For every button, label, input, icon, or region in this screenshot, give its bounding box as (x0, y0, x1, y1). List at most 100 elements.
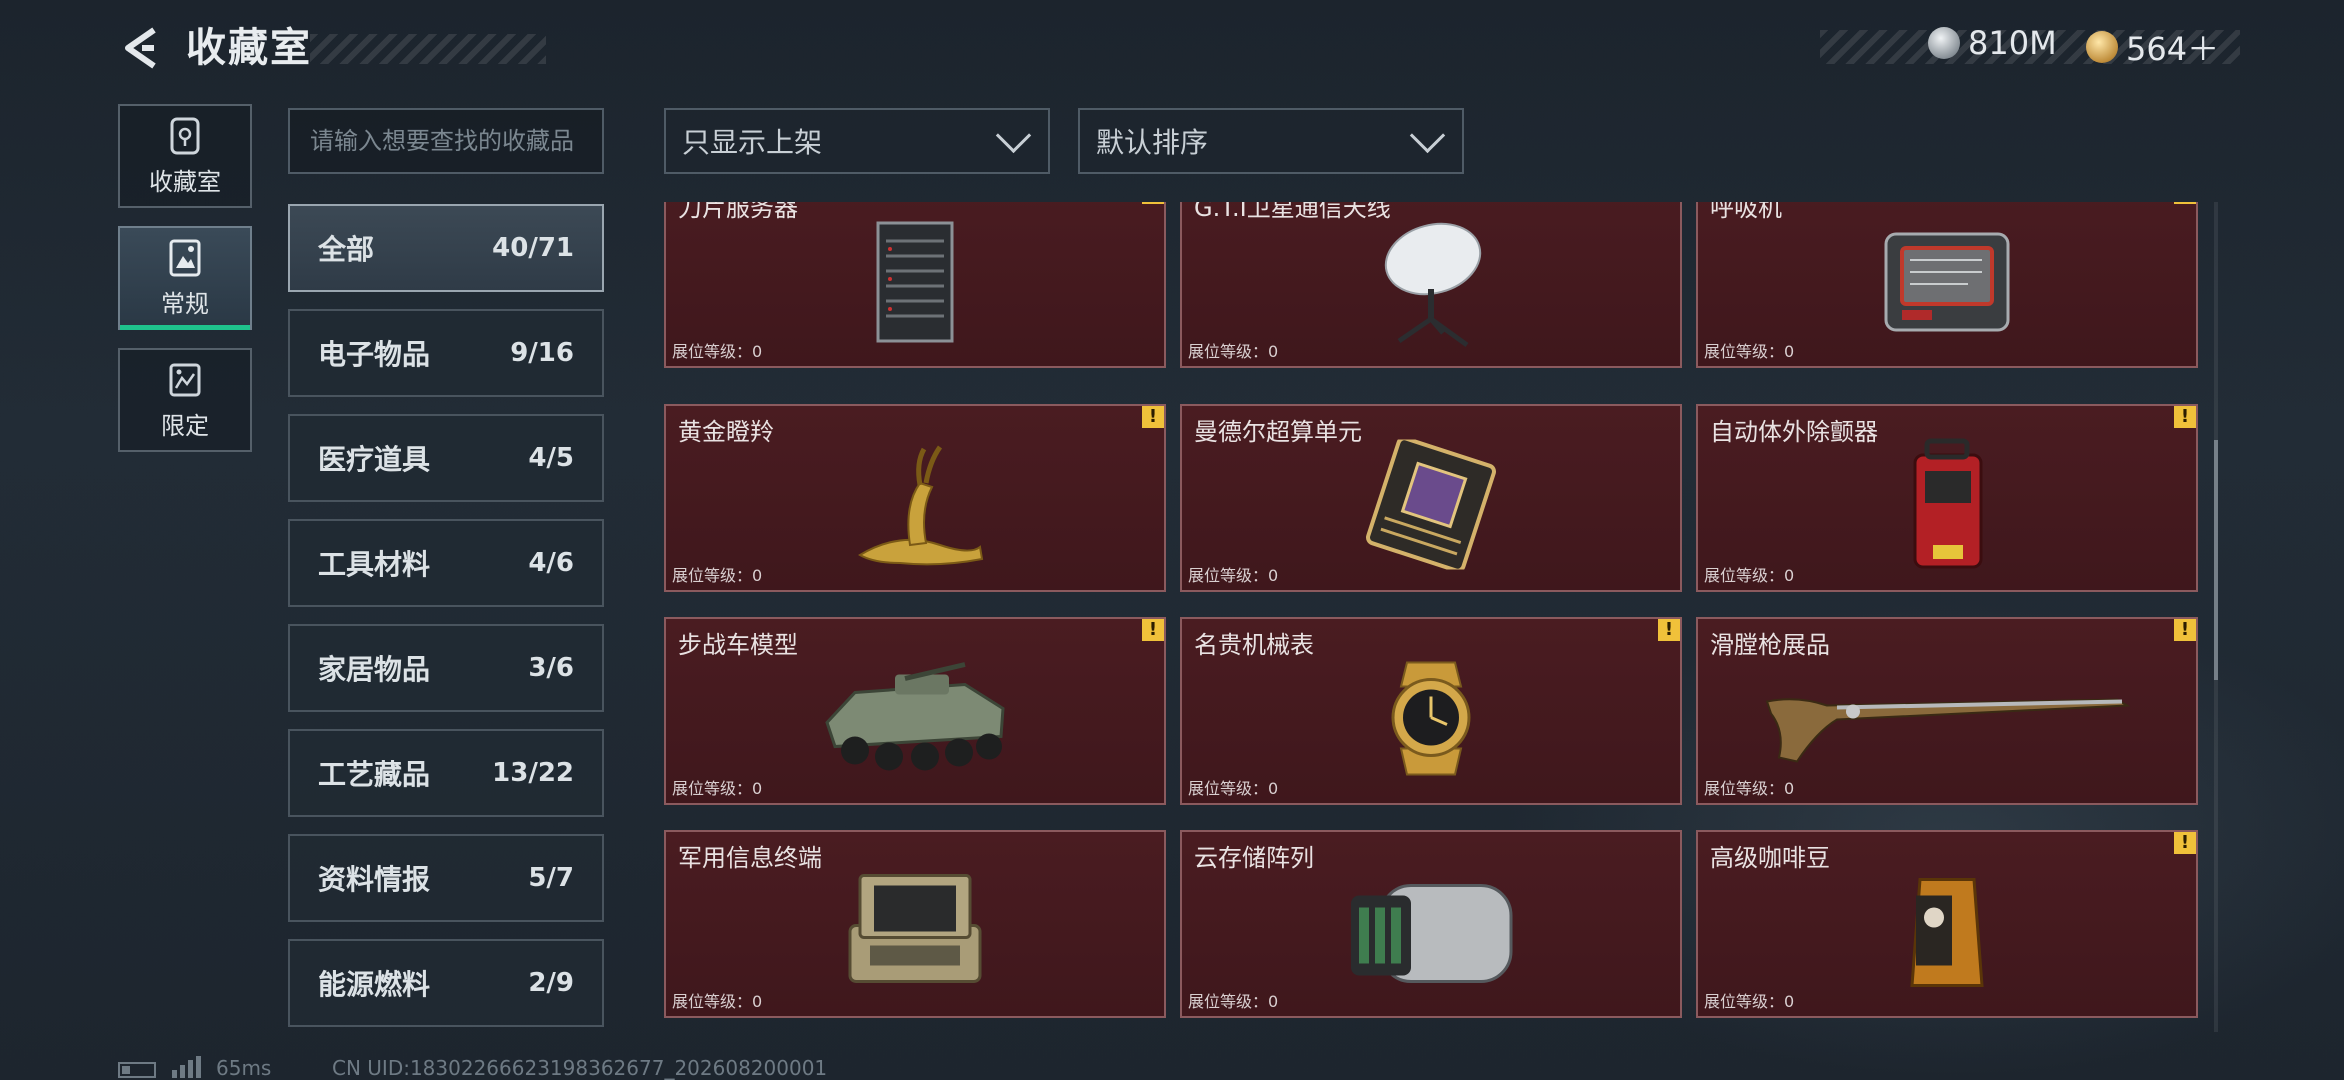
warning-icon: ! (2174, 619, 2196, 641)
category-label: 资料情报 (318, 863, 431, 896)
picture-icon (169, 239, 201, 276)
active-tab-indicator (120, 325, 250, 330)
item-card[interactable]: 曼德尔超算单元 展位等级：0 (1180, 404, 1682, 592)
display-filter-value: 只显示上架 (682, 126, 823, 159)
item-card[interactable]: 自动体外除颤器 ! 展位等级：0 (1696, 404, 2198, 592)
tab-regular[interactable]: 常规 (118, 226, 252, 330)
scrollbar-thumb[interactable] (2214, 440, 2218, 680)
booth-level: 展位等级：0 (1704, 992, 1795, 1011)
warning-icon: ! (1142, 202, 1164, 204)
booth-level: 展位等级：0 (672, 779, 763, 798)
sort-dropdown[interactable]: 默认排序 (1078, 108, 1464, 174)
ventilator-icon (1884, 232, 2010, 332)
category-count: 4/6 (528, 548, 574, 578)
category-count: 3/6 (528, 653, 574, 683)
coffee-beans-icon (1910, 878, 1984, 987)
collectibles-grid: 刀片服务器 ! 展位等级：0 G.T.I卫星通信天线 展位等级：0 呼吸机 ! … (662, 202, 2200, 1032)
booth-level: 展位等级：0 (1704, 342, 1795, 361)
category-count: 4/5 (528, 443, 574, 473)
booth-level: 展位等级：0 (672, 342, 763, 361)
category-energy[interactable]: 能源燃料 2/9 (288, 939, 604, 1027)
tab-vault-label: 收藏室 (149, 167, 221, 196)
chevron-down-icon (995, 117, 1032, 153)
item-name: G.T.I卫星通信天线 (1194, 202, 1391, 222)
booth-level: 展位等级：0 (1188, 342, 1279, 361)
category-count: 40/71 (492, 233, 574, 263)
silver-coin-icon (1928, 27, 1960, 59)
booth-level: 展位等级：0 (1704, 779, 1795, 798)
item-card[interactable]: 步战车模型 ! 展位等级：0 (664, 617, 1166, 805)
limited-icon (169, 363, 201, 396)
title-decoration (310, 34, 546, 64)
display-filter-dropdown[interactable]: 只显示上架 (664, 108, 1050, 174)
golden-gazelle-icon (858, 445, 984, 566)
item-card[interactable]: 名贵机械表 ! 展位等级：0 (1180, 617, 1682, 805)
category-count: 2/9 (528, 968, 574, 998)
item-name: 刀片服务器 (678, 202, 798, 222)
booth-level: 展位等级：0 (672, 566, 763, 585)
item-name: 名贵机械表 (1194, 631, 1314, 659)
booth-level: 展位等级：0 (1704, 566, 1795, 585)
category-intel[interactable]: 资料情报 5/7 (288, 834, 604, 922)
warning-icon: ! (2174, 406, 2196, 428)
category-label: 能源燃料 (318, 968, 431, 1001)
musket-exhibit-icon (1765, 698, 2131, 763)
warning-icon: ! (1142, 406, 1164, 428)
silver-amount: 810M (1968, 24, 2057, 62)
satellite-antenna-icon (1384, 222, 1482, 348)
warning-icon: ! (2174, 202, 2196, 204)
sort-value: 默认排序 (1096, 126, 1209, 159)
booth-level: 展位等级：0 (1188, 566, 1279, 585)
category-medical[interactable]: 医疗道具 4/5 (288, 414, 604, 502)
item-name: 曼德尔超算单元 (1194, 418, 1362, 446)
item-card[interactable]: 滑膛枪展品 ! 展位等级：0 (1696, 617, 2198, 805)
category-label: 家居物品 (318, 653, 431, 686)
item-card[interactable]: 黄金瞪羚 ! 展位等级：0 (664, 404, 1166, 592)
blade-server-icon (876, 221, 954, 343)
military-terminal-icon (848, 874, 982, 983)
tab-limited[interactable]: 限定 (118, 348, 252, 452)
supercomputer-unit-icon (1366, 439, 1496, 570)
item-name: 云存储阵列 (1194, 844, 1314, 872)
item-card[interactable]: 云存储阵列 展位等级：0 (1180, 830, 1682, 1018)
category-label: 全部 (318, 233, 375, 266)
category-count: 9/16 (510, 338, 574, 368)
warning-icon: ! (1142, 619, 1164, 641)
category-household[interactable]: 家居物品 3/6 (288, 624, 604, 712)
item-card[interactable]: 呼吸机 ! 展位等级：0 (1696, 202, 2198, 368)
category-all[interactable]: 全部 40/71 (288, 204, 604, 292)
back-arrow-icon[interactable] (118, 26, 162, 70)
warning-icon: ! (2174, 832, 2196, 854)
mechanical-watch-icon (1391, 661, 1471, 776)
search-box[interactable] (288, 108, 604, 174)
item-card[interactable]: 刀片服务器 ! 展位等级：0 (664, 202, 1166, 368)
category-label: 工具材料 (318, 548, 431, 581)
category-crafts[interactable]: 工艺藏品 13/22 (288, 729, 604, 817)
item-card[interactable]: 军用信息终端 展位等级：0 (664, 830, 1166, 1018)
uid-text: CN UID:18302266623198362677_202608200001 (332, 1056, 828, 1080)
tab-vault[interactable]: 收藏室 (118, 104, 252, 208)
item-card[interactable]: 高级咖啡豆 ! 展位等级：0 (1696, 830, 2198, 1018)
ifv-model-icon (825, 662, 1005, 771)
tab-regular-label: 常规 (161, 289, 209, 318)
signal-icon (172, 1056, 201, 1078)
item-card[interactable]: G.T.I卫星通信天线 展位等级：0 (1180, 202, 1682, 368)
tab-limited-label: 限定 (161, 411, 209, 440)
defibrillator-icon (1913, 438, 1983, 569)
page-title: 收藏室 (186, 25, 312, 71)
category-label: 电子物品 (318, 338, 431, 371)
item-name: 呼吸机 (1710, 202, 1782, 222)
category-label: 医疗道具 (318, 443, 431, 476)
category-electronics[interactable]: 电子物品 9/16 (288, 309, 604, 397)
silver-currency: 810M (1928, 24, 2057, 62)
category-count: 5/7 (528, 863, 574, 893)
search-input[interactable] (290, 110, 602, 172)
chevron-down-icon (1409, 117, 1446, 153)
category-tools[interactable]: 工具材料 4/6 (288, 519, 604, 607)
warning-icon: ! (1658, 619, 1680, 641)
gold-currency[interactable]: 564＋ (2086, 24, 2219, 70)
item-name: 自动体外除颤器 (1710, 418, 1878, 446)
booth-level: 展位等级：0 (672, 992, 763, 1011)
booth-level: 展位等级：0 (1188, 992, 1279, 1011)
item-name: 军用信息终端 (678, 844, 822, 872)
